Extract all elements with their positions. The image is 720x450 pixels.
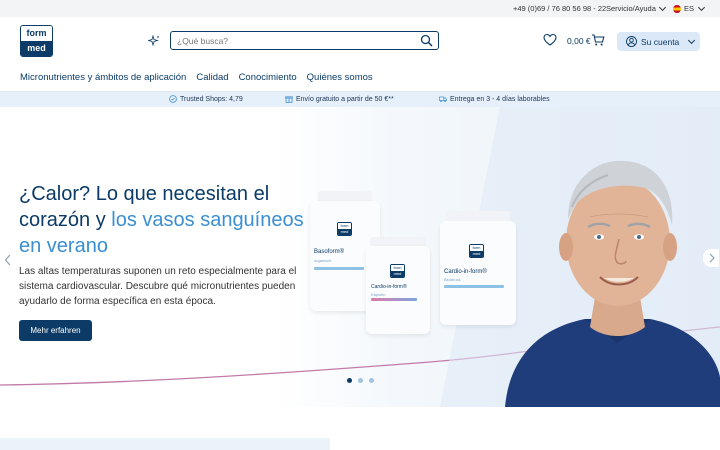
hero-description: Las altas temperaturas suponen un reto e… — [19, 266, 297, 307]
hero-person-image — [505, 160, 720, 407]
user-icon — [626, 36, 637, 47]
language-label: ES — [684, 4, 695, 13]
product-variant: Kapseln — [371, 292, 386, 297]
product-stripe — [371, 298, 417, 301]
service-label: Servicio/Ayuda — [606, 4, 656, 13]
product-stripe — [444, 285, 504, 288]
site-logo[interactable]: form med — [20, 25, 53, 57]
carousel-dots — [347, 378, 374, 383]
benefits-bar: Trusted Shops: 4,79 Envío gratuito a par… — [0, 92, 720, 107]
carousel-dot-2[interactable] — [358, 378, 363, 383]
benefit-free-shipping: Envío gratuito a partir de 50 €** — [285, 95, 394, 103]
next-section-hint — [0, 438, 330, 450]
benefit-label: Trusted Shops: 4,79 — [180, 95, 243, 103]
product-stripe — [314, 267, 364, 270]
service-menu[interactable]: Servicio/Ayuda — [606, 3, 666, 13]
product-logo: form med — [469, 244, 484, 258]
cart-amount[interactable]: 0,00 € — [567, 36, 591, 46]
language-selector[interactable]: ES — [673, 3, 706, 13]
phone-number[interactable]: +49 (0)69 / 76 80 56 98 - 22 — [513, 4, 606, 13]
benefit-label: Envío gratuito a partir de 50 €** — [296, 95, 394, 103]
logo-top-text: form — [21, 26, 52, 41]
search-box[interactable] — [170, 31, 439, 50]
carousel-dot-3[interactable] — [369, 378, 374, 383]
truck-icon — [439, 96, 447, 103]
heart-icon[interactable] — [543, 33, 557, 47]
carousel-next-button[interactable] — [703, 249, 719, 267]
product-variant: Blutdruck — [444, 277, 461, 282]
nav-item-quality[interactable]: Calidad — [196, 72, 228, 83]
utility-bar: +49 (0)69 / 76 80 56 98 - 22 Servicio/Ay… — [0, 0, 720, 17]
account-button[interactable]: Su cuenta — [617, 32, 700, 51]
benefit-label: Entrega en 3 - 4 días laborables — [450, 95, 550, 103]
benefit-delivery: Entrega en 3 - 4 días laborables — [439, 95, 550, 103]
gift-icon — [285, 96, 293, 103]
product-logo: form med — [337, 222, 352, 236]
hero-cta-button[interactable]: Mehr erfahren — [19, 320, 92, 341]
logo-bottom-text: med — [21, 41, 52, 56]
nav-item-knowledge[interactable]: Conocimiento — [239, 72, 297, 83]
account-label: Su cuenta — [641, 36, 680, 47]
benefit-trusted-shops[interactable]: Trusted Shops: 4,79 — [169, 95, 243, 103]
hero-carousel: form med Basoform® organisch form med Card… — [0, 107, 720, 407]
chevron-down-icon — [697, 3, 706, 11]
carousel-dot-1[interactable] — [347, 378, 352, 383]
product-jar — [366, 246, 430, 334]
cart-icon[interactable] — [591, 33, 605, 47]
spain-flag-icon — [673, 4, 681, 13]
main-navigation: Micronutrientes y ámbitos de aplicación … — [20, 72, 373, 83]
nav-item-about[interactable]: Quiénes somos — [307, 72, 373, 83]
product-name: Cardio-in-form® — [444, 269, 487, 275]
product-logo: form med — [390, 264, 405, 278]
carousel-prev-icon[interactable] — [4, 254, 12, 266]
chevron-down-icon — [658, 3, 666, 11]
sparkle-icon[interactable] — [148, 35, 160, 47]
search-input[interactable] — [177, 34, 412, 48]
trusted-shops-icon — [169, 95, 177, 103]
chevron-down-icon — [688, 36, 696, 44]
chevron-right-icon — [709, 253, 715, 263]
product-name: Cardio-in-form® — [371, 284, 407, 290]
search-icon[interactable] — [420, 34, 433, 47]
hero-title: ¿Calor? Lo que necesitan el corazón y lo… — [19, 181, 319, 259]
nav-item-micronutrients[interactable]: Micronutrientes y ámbitos de aplicación — [20, 72, 186, 83]
